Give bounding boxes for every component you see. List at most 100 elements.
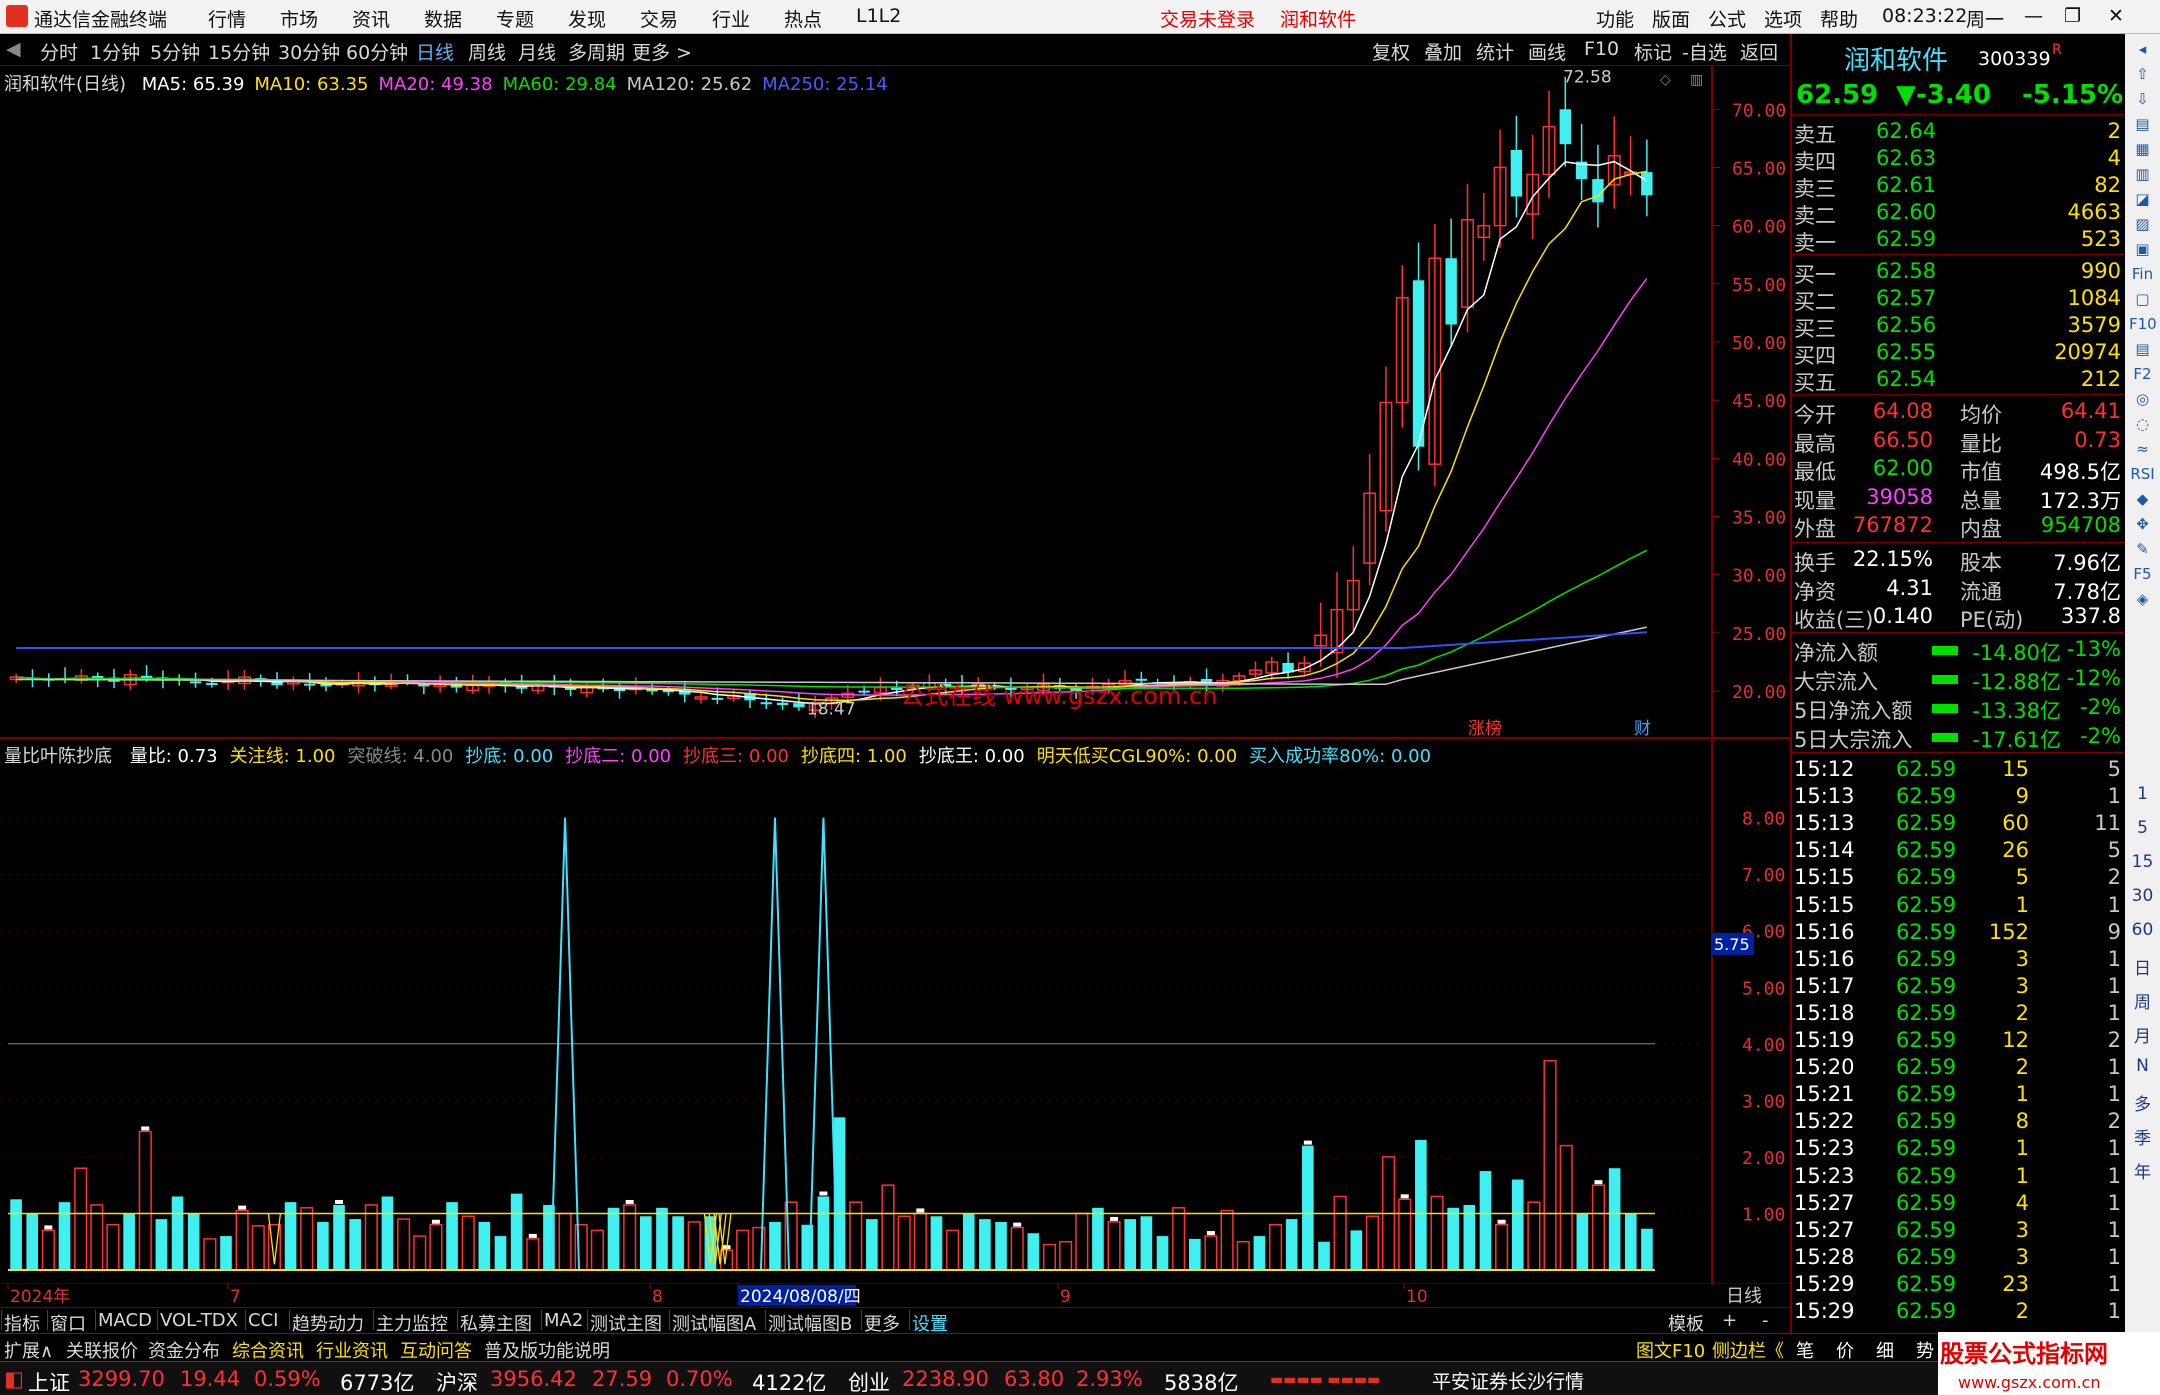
- sell-level-1[interactable]: 卖一 62.59 523: [1792, 226, 2125, 255]
- buy-level-2[interactable]: 买二 62.57 1084: [1792, 285, 2125, 314]
- tool-diejia[interactable]: 叠加: [1424, 38, 1462, 65]
- buy-level-4[interactable]: 买四 62.55 20974: [1792, 339, 2125, 368]
- ext-right-tab-2[interactable]: 笔: [1796, 1337, 1814, 1363]
- ext-tab-4[interactable]: 行业资讯: [316, 1337, 388, 1363]
- tool-f10[interactable]: F10: [1584, 38, 1619, 60]
- menu-hangye[interactable]: 行业: [712, 5, 750, 32]
- period-1min[interactable]: 1分钟: [90, 38, 140, 65]
- tick-row[interactable]: 15:29 62.59 2 1: [1792, 1298, 2125, 1325]
- ext-tab-6[interactable]: 普及版功能说明: [484, 1337, 610, 1363]
- sell-level-2[interactable]: 卖二 62.60 4663: [1792, 199, 2125, 228]
- tool-huaxian[interactable]: 画线: [1528, 38, 1566, 65]
- minimize-icon[interactable]: —: [2024, 5, 2043, 27]
- menu-gongshi[interactable]: 公式: [1708, 5, 1746, 32]
- ext-tab-0[interactable]: 扩展∧: [4, 1337, 53, 1363]
- menu-hangqing[interactable]: 行情: [208, 5, 246, 32]
- tick-row[interactable]: 15:16 62.59 3 1: [1792, 946, 2125, 973]
- menu-redian[interactable]: 热点: [784, 5, 822, 32]
- sell-level-3[interactable]: 卖三 62.61 82: [1792, 172, 2125, 201]
- toolbar-icon-8[interactable]: ▣: [2129, 240, 2156, 258]
- ext-tab-5[interactable]: 互动问答: [400, 1337, 472, 1363]
- quote-stat-row[interactable]: 现量 39058 总量 172.3万: [1792, 484, 2125, 513]
- toolbar-icon-12[interactable]: ▤: [2129, 340, 2156, 358]
- quote-stat-row[interactable]: 今开 64.08 均价 64.41: [1792, 398, 2125, 427]
- tick-row[interactable]: 15:15 62.59 5 2: [1792, 864, 2125, 891]
- indicator-tab-3[interactable]: VOL-TDX: [160, 1310, 238, 1331]
- toolbar-icon-5[interactable]: ▥: [2129, 165, 2156, 183]
- tick-row[interactable]: 15:19 62.59 12 2: [1792, 1027, 2125, 1054]
- tick-row[interactable]: 15:15 62.59 1 1: [1792, 892, 2125, 919]
- period-shortcut-60[interactable]: 60: [2129, 920, 2156, 940]
- toolbar-icon-17[interactable]: RSI: [2129, 465, 2156, 483]
- sell-level-5[interactable]: 卖五 62.64 2: [1792, 118, 2125, 147]
- tick-row[interactable]: 15:18 62.59 2 1: [1792, 1000, 2125, 1027]
- tick-row[interactable]: 15:16 62.59 152 9: [1792, 919, 2125, 946]
- ext-right-tab-4[interactable]: 细: [1876, 1337, 1894, 1363]
- badge-cai[interactable]: 财: [1634, 719, 1651, 739]
- toolbar-icon-1[interactable]: ⇧: [2129, 65, 2156, 83]
- ext-right-tab-1[interactable]: 侧边栏《: [1712, 1337, 1784, 1363]
- period-shortcut-5[interactable]: 5: [2129, 818, 2156, 838]
- toolbar-icon-10[interactable]: ▢: [2129, 290, 2156, 308]
- period-weekly[interactable]: 周线: [468, 38, 506, 65]
- tick-row[interactable]: 15:21 62.59 1 1: [1792, 1081, 2125, 1108]
- sell-level-4[interactable]: 卖四 62.63 4: [1792, 145, 2125, 174]
- tick-row[interactable]: 15:22 62.59 8 2: [1792, 1108, 2125, 1135]
- period-daily[interactable]: 日线: [416, 38, 454, 65]
- fund-flow-row[interactable]: 5日净流入额 -13.38亿 -2%: [1792, 694, 2125, 723]
- ext-tab-3[interactable]: 综合资讯: [232, 1337, 304, 1363]
- toolbar-icon-6[interactable]: ◪: [2129, 190, 2156, 208]
- period-60min[interactable]: 60分钟: [346, 38, 408, 65]
- menu-gongneng[interactable]: 功能: [1596, 5, 1634, 32]
- tool-fuquan[interactable]: 复权: [1372, 38, 1410, 65]
- menu-bangzhu[interactable]: 帮助: [1820, 5, 1858, 32]
- tool-zixuan[interactable]: -自选: [1682, 38, 1727, 65]
- toolbar-icon-22[interactable]: ◈: [2129, 590, 2156, 608]
- tick-row[interactable]: 15:13 62.59 9 1: [1792, 783, 2125, 810]
- zoom-icon[interactable]: ◇: [1660, 72, 1671, 88]
- menu-banmian[interactable]: 版面: [1652, 5, 1690, 32]
- period-shortcut-15[interactable]: 15: [2129, 852, 2156, 872]
- menu-jiaoyi[interactable]: 交易: [640, 5, 678, 32]
- period-shortcut-多[interactable]: 多: [2129, 1090, 2156, 1115]
- ext-right-tab-0[interactable]: 图文F10: [1636, 1337, 1705, 1363]
- quote-stat2-row[interactable]: 净资 4.31 流通 7.78亿: [1792, 575, 2125, 604]
- tick-row[interactable]: 15:28 62.59 3 1: [1792, 1244, 2125, 1271]
- badge-zhangbang[interactable]: 涨榜: [1468, 719, 1502, 739]
- ext-right-tab-5[interactable]: 势: [1916, 1337, 1934, 1363]
- period-30min[interactable]: 30分钟: [278, 38, 340, 65]
- menu-faxian[interactable]: 发现: [568, 5, 606, 32]
- index-sh-name[interactable]: 上证: [28, 1367, 70, 1395]
- period-shortcut-30[interactable]: 30: [2129, 886, 2156, 906]
- fund-flow-row[interactable]: 净流入额 -14.80亿 -13%: [1792, 636, 2125, 665]
- buy-level-3[interactable]: 买三 62.56 3579: [1792, 312, 2125, 341]
- toolbar-icon-19[interactable]: ✥: [2129, 515, 2156, 533]
- toolbar-icon-7[interactable]: ▨: [2129, 215, 2156, 233]
- tab-right-2[interactable]: -: [1762, 1310, 1769, 1331]
- toolbar-icon-3[interactable]: ▤: [2129, 115, 2156, 133]
- toolbar-icon-15[interactable]: ◌: [2129, 415, 2156, 433]
- menu-shuju[interactable]: 数据: [424, 5, 462, 32]
- period-shortcut-周[interactable]: 周: [2129, 988, 2156, 1013]
- tool-fanhui[interactable]: 返回: [1740, 38, 1778, 65]
- period-shortcut-月[interactable]: 月: [2129, 1022, 2156, 1047]
- period-shortcut-日[interactable]: 日: [2129, 954, 2156, 979]
- restore-icon[interactable]: ❐: [2064, 5, 2081, 27]
- tick-row[interactable]: 15:17 62.59 3 1: [1792, 973, 2125, 1000]
- period-monthly[interactable]: 月线: [518, 38, 556, 65]
- period-5min[interactable]: 5分钟: [150, 38, 200, 65]
- period-shortcut-1[interactable]: 1: [2129, 784, 2156, 804]
- menu-xuanxiang[interactable]: 选项: [1764, 5, 1802, 32]
- tick-row[interactable]: 15:23 62.59 1 1: [1792, 1163, 2125, 1190]
- ext-tab-2[interactable]: 资金分布: [148, 1337, 220, 1363]
- period-multi[interactable]: 多周期: [568, 38, 625, 65]
- quote-stat-row[interactable]: 最高 66.50 量比 0.73: [1792, 427, 2125, 456]
- period-15min[interactable]: 15分钟: [208, 38, 270, 65]
- period-shortcut-年[interactable]: 年: [2129, 1158, 2156, 1183]
- fund-flow-row[interactable]: 5日大宗流入 -17.61亿 -2%: [1792, 723, 2125, 752]
- tick-row[interactable]: 15:13 62.59 60 11: [1792, 810, 2125, 837]
- period-shortcut-N[interactable]: N: [2129, 1056, 2156, 1076]
- index-hs-name[interactable]: 沪深: [436, 1367, 478, 1395]
- toolbar-icon-2[interactable]: ⇩: [2129, 90, 2156, 108]
- buy-level-1[interactable]: 买一 62.58 990: [1792, 258, 2125, 287]
